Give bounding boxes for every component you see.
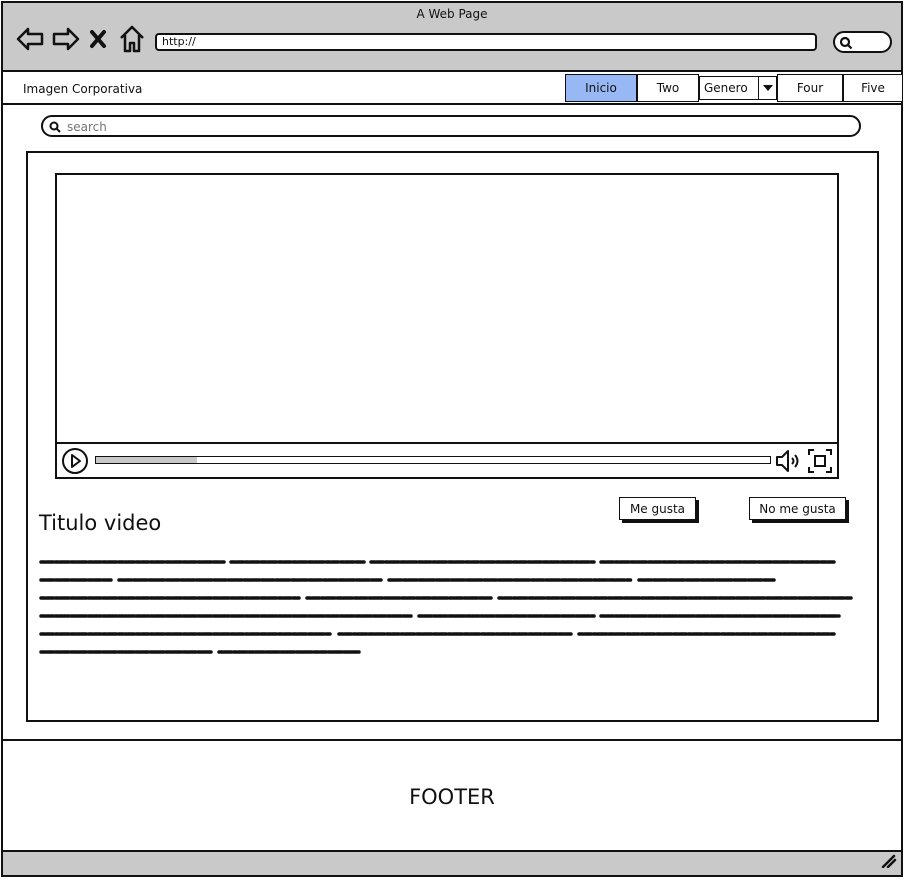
genero-dropdown-label: Genero (704, 81, 748, 95)
like-button[interactable]: Me gusta (619, 497, 696, 520)
browser-search-button[interactable] (833, 31, 892, 53)
browser-chrome: A Web Page http:// (3, 3, 901, 72)
search-input[interactable] (65, 118, 849, 136)
page-search-bar[interactable] (41, 115, 861, 137)
tab-inicio[interactable]: Inicio (565, 74, 637, 102)
video-progress-bar[interactable] (95, 456, 771, 464)
placeholder-text-graphic (39, 560, 853, 654)
footer-label: FOOTER (409, 785, 495, 809)
page-footer: FOOTER (3, 739, 901, 854)
video-title: Titulo video (39, 511, 162, 535)
tab-five[interactable]: Five (843, 74, 903, 102)
home-icon[interactable] (117, 23, 147, 55)
browser-window: A Web Page http:// Imagen Corporativa In… (1, 1, 903, 877)
tab-two[interactable]: Two (637, 74, 699, 102)
brand-logo-text: Imagen Corporativa (23, 82, 143, 96)
play-icon[interactable] (61, 447, 89, 479)
video-progress-fill (96, 457, 198, 463)
description-scribble (39, 558, 854, 658)
video-player[interactable] (55, 173, 839, 479)
search-icon (49, 121, 61, 133)
back-arrow-icon[interactable] (15, 23, 45, 55)
content-panel: Me gusta No me gusta Titulo video (26, 151, 879, 722)
chevron-down-icon[interactable] (758, 77, 776, 99)
status-bar (3, 850, 901, 875)
window-title: A Web Page (416, 7, 488, 21)
url-bar[interactable]: http:// (155, 33, 817, 51)
resize-grip-icon[interactable] (879, 852, 897, 872)
search-icon (839, 36, 853, 50)
volume-icon[interactable] (775, 448, 803, 478)
video-controls (57, 442, 837, 477)
dislike-button[interactable]: No me gusta (749, 497, 846, 520)
forward-arrow-icon[interactable] (51, 23, 81, 55)
tab-four[interactable]: Four (777, 74, 843, 102)
fullscreen-icon[interactable] (807, 448, 833, 478)
site-header: Imagen Corporativa Inicio Two Genero Fou… (3, 72, 903, 105)
genero-dropdown[interactable]: Genero (699, 76, 777, 100)
close-x-icon[interactable] (87, 23, 109, 55)
